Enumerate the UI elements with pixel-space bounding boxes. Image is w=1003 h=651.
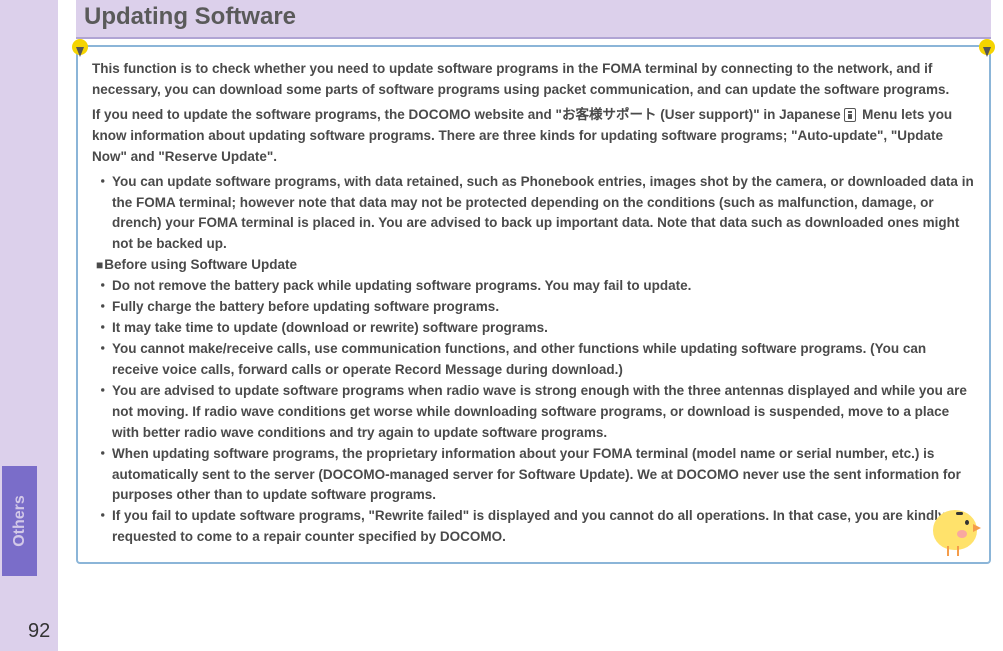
chick-mascot-icon [927, 500, 983, 556]
bullet-item: It may take time to update (download or … [92, 318, 975, 339]
bullet-item: You are advised to update software progr… [92, 381, 975, 444]
bullet-item: Do not remove the battery pack while upd… [92, 276, 975, 297]
sidebar-tab-others: Others [2, 466, 37, 576]
page-number: 92 [28, 620, 50, 643]
page-title: Updating Software [84, 3, 983, 31]
bullet-item: Fully charge the battery before updating… [92, 297, 975, 318]
title-bar: Updating Software [76, 0, 991, 39]
pushpin-icon [72, 39, 88, 55]
intro-p2a: If you need to update the software progr… [92, 107, 841, 122]
main-content: Updating Software This function is to ch… [58, 0, 1003, 564]
section-heading-before-update: Before using Software Update [92, 255, 975, 276]
bullet-item: You can update software programs, with d… [92, 172, 975, 256]
imode-icon [844, 108, 856, 122]
intro-paragraph-2: If you need to update the software progr… [92, 105, 975, 168]
intro-paragraph-1: This function is to check whether you ne… [92, 59, 975, 101]
bullet-item: If you fail to update software programs,… [92, 506, 975, 548]
sidebar-tab-label: Others [11, 495, 29, 547]
bullet-item: When updating software programs, the pro… [92, 444, 975, 507]
bullet-item: You cannot make/receive calls, use commu… [92, 339, 975, 381]
pushpin-icon [979, 39, 995, 55]
content-box: This function is to check whether you ne… [76, 45, 991, 564]
sidebar: Others [0, 0, 58, 651]
